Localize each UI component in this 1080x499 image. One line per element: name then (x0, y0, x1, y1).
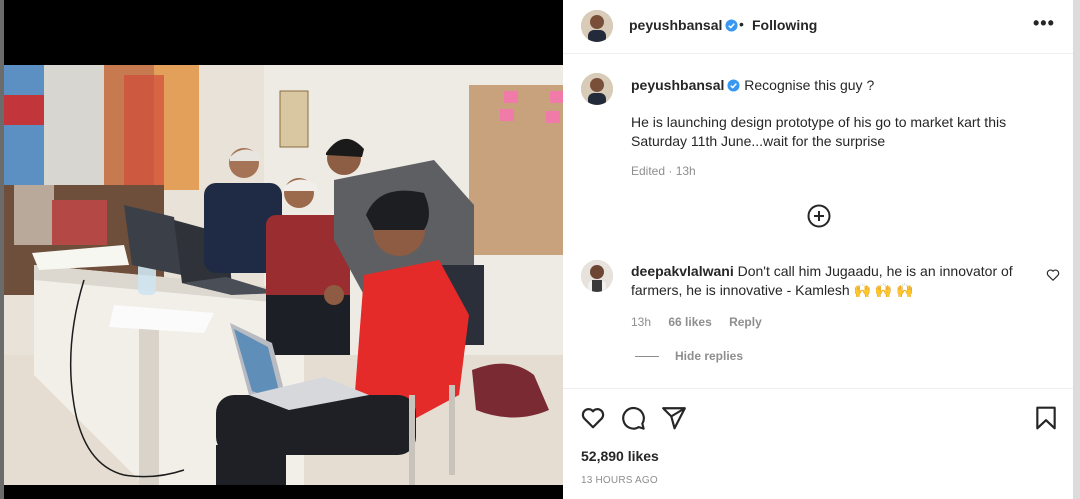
caption-headline-row: peyushbansal Recognise this guy ? (631, 77, 874, 93)
avatar-image (581, 73, 613, 105)
plus-circle-icon[interactable] (807, 204, 831, 228)
separator-dot: • (739, 16, 744, 32)
scrollbar-track[interactable] (1073, 0, 1080, 499)
reply-button[interactable]: Reply (729, 315, 762, 329)
verified-badge-icon (727, 79, 740, 92)
post-details-panel: peyushbansal • Following ••• peyushbansa… (563, 0, 1073, 499)
comment-icon[interactable] (620, 405, 646, 431)
comment-text-block: deepakvlalwani Don't call him Jugaadu, h… (631, 262, 1031, 300)
likes-count[interactable]: 52,890 likes (581, 448, 659, 464)
avatar[interactable] (581, 260, 613, 292)
hide-replies-label[interactable]: Hide replies (675, 349, 743, 363)
avatar[interactable] (581, 10, 613, 42)
heart-icon[interactable] (580, 405, 606, 431)
post-actions: 52,890 likes 13 HOURS AGO (563, 388, 1073, 499)
post-header: peyushbansal • Following ••• (563, 0, 1073, 54)
replies-divider (635, 356, 659, 358)
caption-headline: Recognise this guy ? (744, 77, 875, 93)
caption-username[interactable]: peyushbansal (631, 77, 724, 93)
comment-username[interactable]: deepakvlalwani (631, 263, 734, 279)
bookmark-icon[interactable] (1033, 405, 1059, 431)
more-options-icon[interactable]: ••• (1033, 14, 1057, 36)
comment-age: 13h (631, 315, 652, 329)
avatar[interactable] (581, 73, 613, 105)
post-timestamp: 13 HOURS AGO (581, 475, 658, 486)
verified-badge-icon (725, 19, 738, 32)
heart-icon[interactable] (1046, 268, 1060, 282)
hide-replies-button[interactable]: Hide replies (635, 349, 743, 363)
comment-meta: 13h 66 likes Reply (631, 315, 776, 329)
post-author-username-text[interactable]: peyushbansal (629, 17, 722, 33)
photo-illustration (4, 65, 563, 485)
post-author-username[interactable]: peyushbansal (629, 17, 738, 33)
share-icon[interactable] (661, 405, 687, 431)
post-photo[interactable] (4, 65, 563, 485)
avatar-image (581, 10, 613, 42)
post-media (0, 0, 563, 499)
caption-edited-time: Edited · 13h (631, 164, 696, 178)
avatar-image (581, 260, 613, 292)
comment-likes[interactable]: 66 likes (668, 315, 711, 329)
caption-body: He is launching design prototype of his … (631, 114, 1007, 149)
following-button[interactable]: Following (752, 17, 817, 33)
